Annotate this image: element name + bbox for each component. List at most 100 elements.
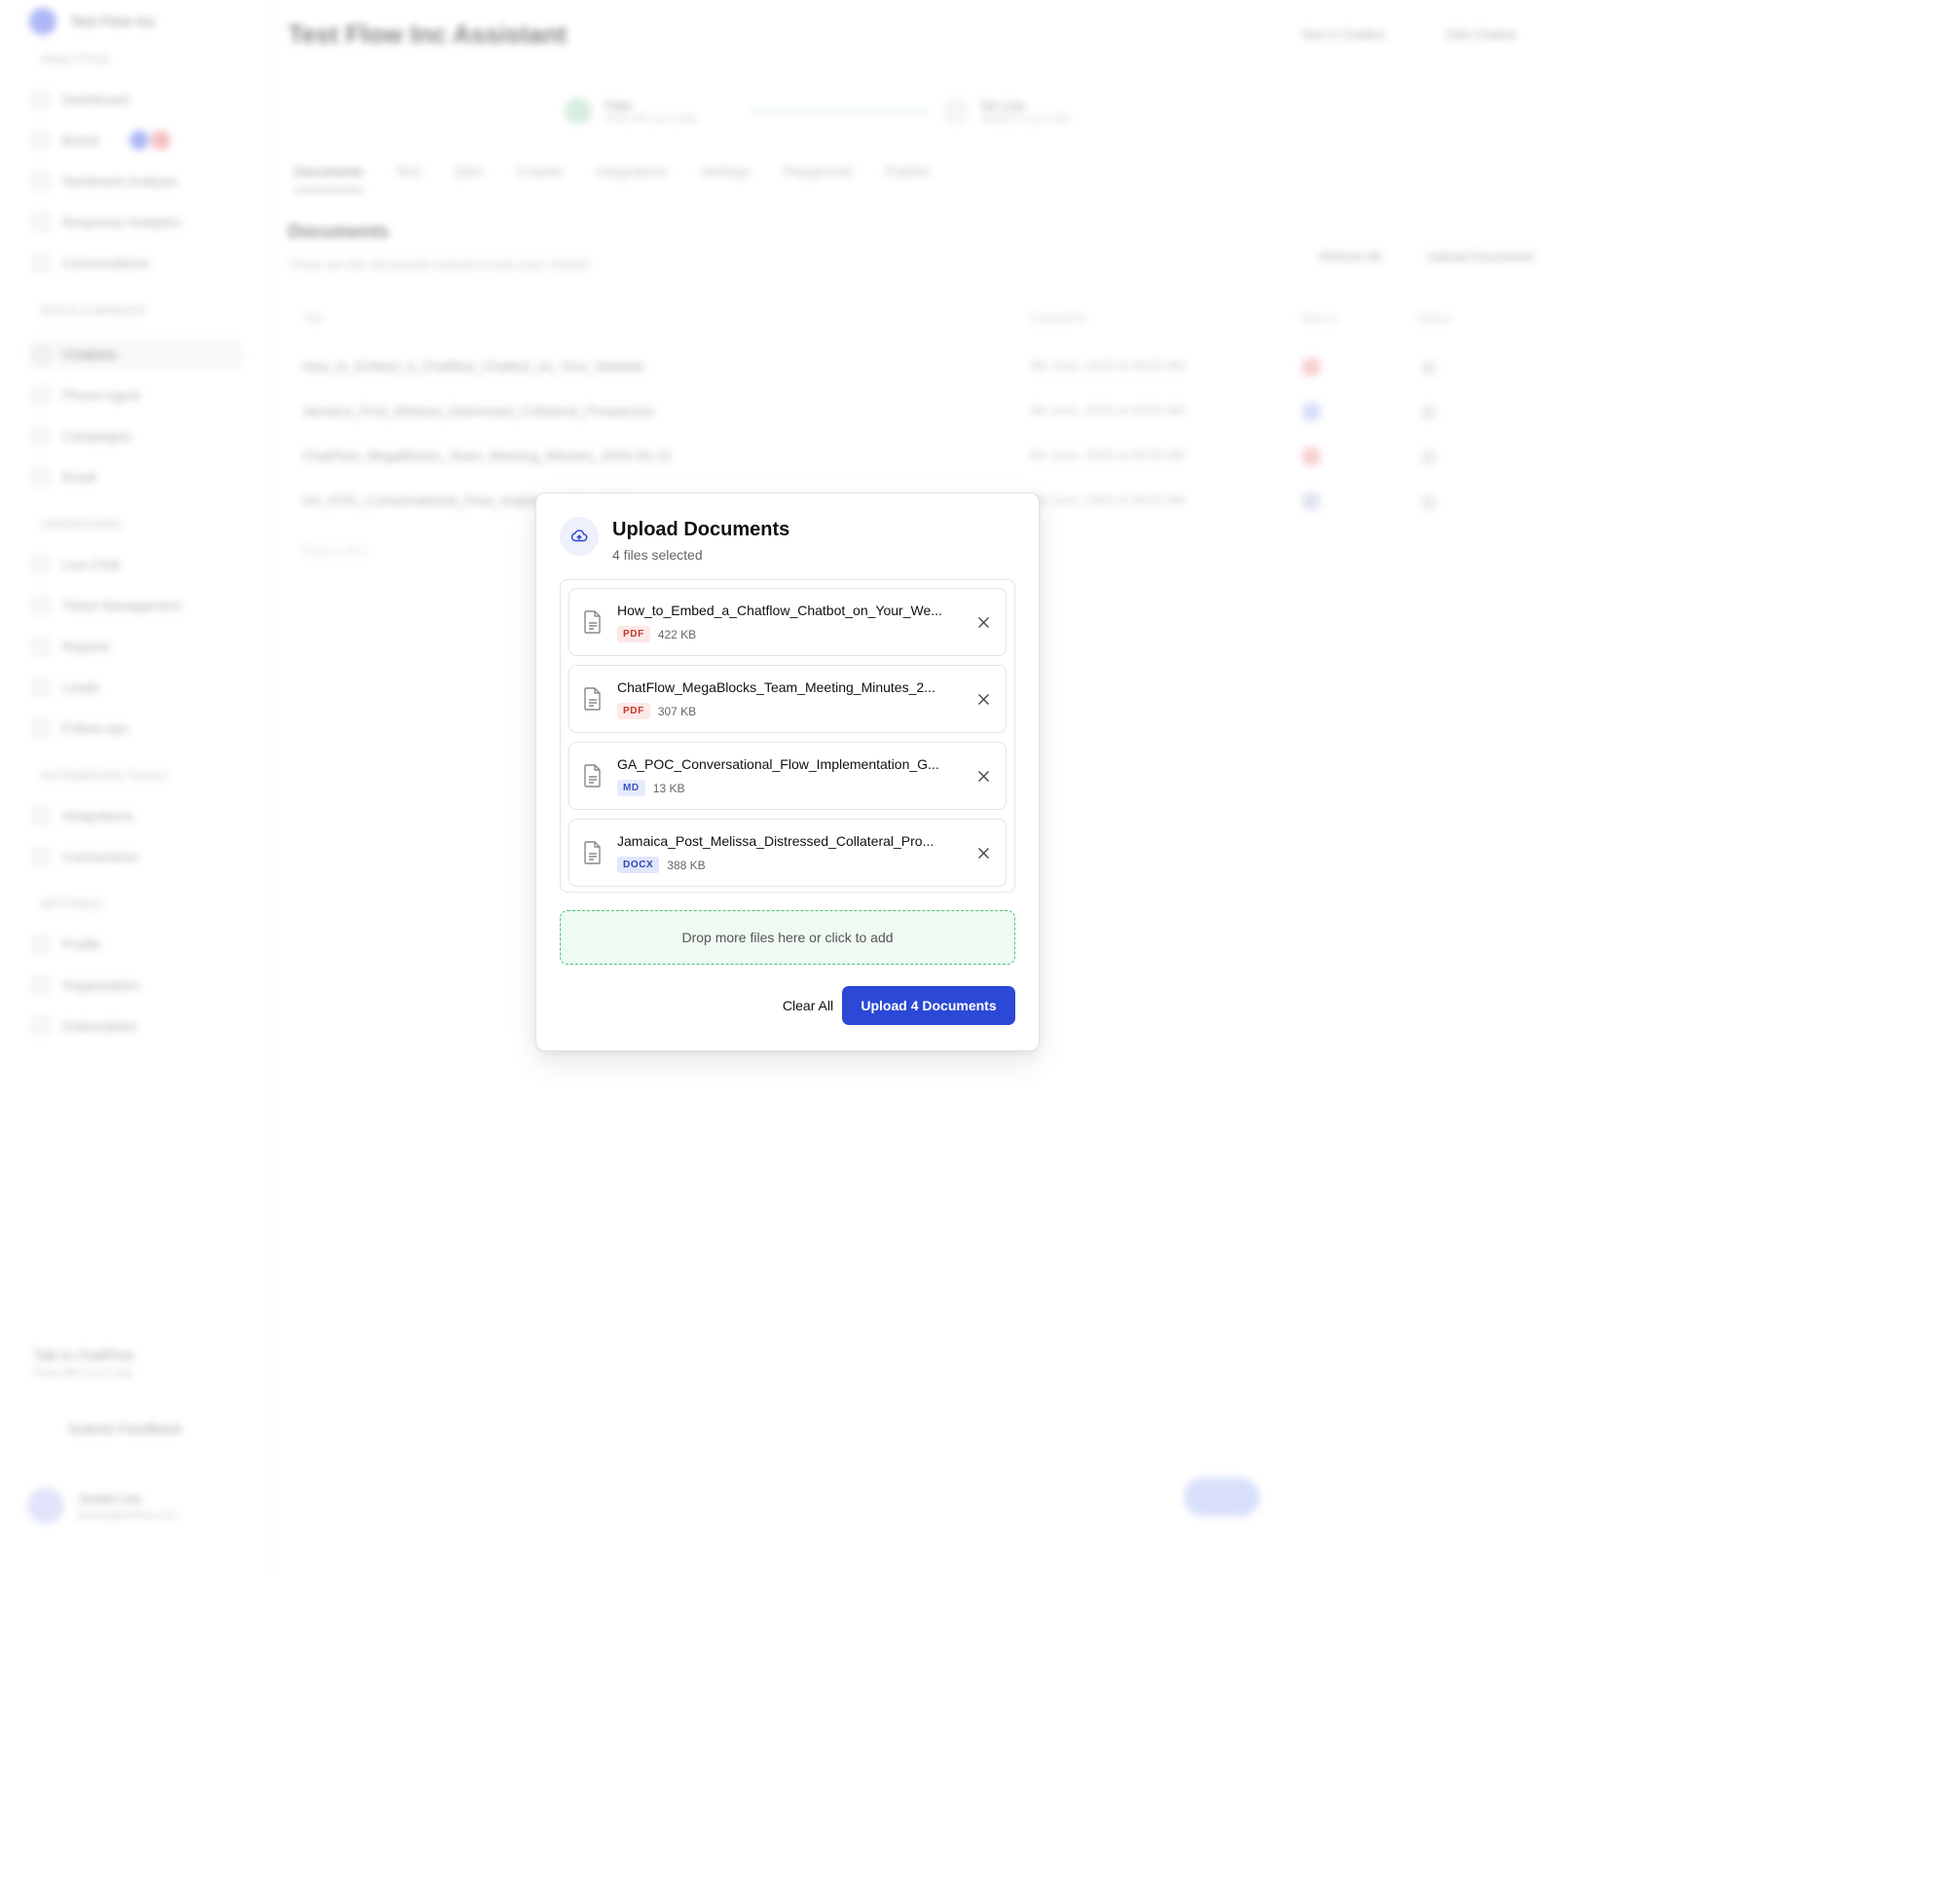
sidebar-section: ANALYTICS xyxy=(41,53,110,66)
step-progress-line xyxy=(748,110,933,113)
sidebar-item-leads: Leads xyxy=(29,672,243,703)
brand-icon xyxy=(33,132,49,148)
table-row: ChatFlow_MegaBlocks_Team_Meeting_Minutes… xyxy=(302,440,1528,475)
brand-logo xyxy=(29,8,56,35)
sidebar-section: BUILD & MANAGE xyxy=(41,304,148,317)
cloud-upload-icon xyxy=(570,530,588,542)
sidebar-brand: Test Flow Inc xyxy=(29,8,156,35)
sidebar-item-tickets: Ticket Management xyxy=(29,590,243,621)
sidebar-item-profile: Profile xyxy=(29,929,243,960)
user-profile: Jordan Lee jordan@testflow.com xyxy=(27,1487,177,1524)
close-icon xyxy=(977,693,989,705)
table-row: Jamaica_Post_Melissa_Distressed_Collater… xyxy=(302,395,1528,430)
modal-subtitle: 4 files selected xyxy=(612,547,703,563)
tab-integrations: Integrations xyxy=(596,164,668,179)
color-dots xyxy=(129,130,171,150)
avatar xyxy=(27,1487,64,1524)
sidebar-section: AUTOMATION TOOLS xyxy=(41,769,168,783)
sidebar-item-conversations: Conversations xyxy=(29,247,243,278)
remove-file-button[interactable] xyxy=(974,844,992,861)
file-icon xyxy=(584,687,601,711)
submit-feedback: Submit Feedback xyxy=(68,1421,182,1438)
dropzone-text: Drop more files here or click to add xyxy=(681,930,894,945)
file-icon xyxy=(584,764,601,787)
tab-bar: Documents Text Q&A Crawler Integrations … xyxy=(294,164,930,192)
report-icon xyxy=(33,639,49,654)
file-item: How_to_Embed_a_Chatflow_Chatbot_on_Your_… xyxy=(568,588,1007,656)
sidebar-section: OPERATIONS xyxy=(41,518,122,531)
phone-icon xyxy=(33,387,49,403)
tab-documents: Documents xyxy=(294,164,363,192)
sidebar-item-phone: Phone Agent xyxy=(29,380,243,411)
sidebar-item-sentiment: Sentiment Analysis xyxy=(29,165,243,197)
column-header: Title xyxy=(302,311,324,325)
tab-playground: Playground xyxy=(783,164,852,179)
followup-icon xyxy=(33,720,49,736)
file-meta: DOCX 388 KB xyxy=(617,857,706,873)
sidebar-item-chatbots: Chatbots xyxy=(29,339,243,370)
sidebar-item-organization: Organization xyxy=(29,970,243,1001)
column-header: Status xyxy=(1417,311,1451,325)
test-chatbot-button: Test in Chatbot xyxy=(1301,27,1385,42)
file-icon xyxy=(584,610,601,634)
leads-icon xyxy=(33,679,49,695)
section-title: Documents xyxy=(288,222,389,242)
tab-text: Text xyxy=(395,164,422,179)
file-item: Jamaica_Post_Melissa_Distressed_Collater… xyxy=(568,819,1007,887)
response-icon xyxy=(33,214,49,230)
sidebar-item-connections: Connections xyxy=(29,841,243,872)
remove-file-button[interactable] xyxy=(974,613,992,631)
sidebar-item-followups: Follow-ups xyxy=(29,713,243,744)
sidebar: Test Flow Inc ANALYTICS Dashboard Brand … xyxy=(0,0,273,1577)
edit-chatbot-button: Edit Chatbot xyxy=(1447,27,1517,42)
file-name: How_to_Embed_a_Chatflow_Chatbot_on_Your_… xyxy=(617,603,942,618)
conversations-icon xyxy=(33,255,49,271)
step-train: Train Train with your data xyxy=(565,97,697,125)
sidebar-item-campaigns: Campaigns xyxy=(29,421,243,452)
tab-publish: Publish xyxy=(884,164,930,179)
talk-to-chatflow: Talk to ChatFlow Press ⌘K for AI help xyxy=(33,1347,134,1379)
subscription-icon xyxy=(33,1018,49,1034)
brand-name: Test Flow Inc xyxy=(70,13,156,30)
email-icon xyxy=(33,469,49,485)
file-size: 388 KB xyxy=(667,858,706,872)
upload-documents-submit-button[interactable]: Upload 4 Documents xyxy=(842,986,1015,1025)
section-subtitle: These are the documents trained to train… xyxy=(288,257,590,272)
close-icon xyxy=(977,847,989,859)
chatbot-icon xyxy=(33,347,49,362)
remove-file-button[interactable] xyxy=(974,767,992,785)
file-size: 422 KB xyxy=(657,627,697,641)
file-size: 307 KB xyxy=(657,704,697,718)
file-item: ChatFlow_MegaBlocks_Team_Meeting_Minutes… xyxy=(568,665,1007,733)
sentiment-icon xyxy=(33,173,49,189)
file-type-badge: PDF xyxy=(617,703,650,719)
dashboard-icon xyxy=(33,92,49,107)
livechat-icon xyxy=(33,557,49,572)
connection-icon xyxy=(33,849,49,864)
page-title: Test Flow Inc Assistant xyxy=(288,19,568,49)
tab-qa: Q&A xyxy=(454,164,484,179)
refresh-all-button: Refresh All xyxy=(1320,249,1381,264)
close-icon xyxy=(977,616,989,628)
sidebar-item-brand: Brand xyxy=(29,125,243,156)
sidebar-item-reports: Reports xyxy=(29,631,243,662)
step-go-live: Go Live Deploy to your site xyxy=(942,97,1070,125)
upload-documents-button: Upload Documents xyxy=(1427,249,1535,264)
file-size: 13 KB xyxy=(652,781,685,795)
pagination-label: Page 1 of 1 xyxy=(302,543,367,558)
column-header: Created At xyxy=(1030,311,1085,325)
ticket-icon xyxy=(33,598,49,613)
remove-file-button[interactable] xyxy=(974,690,992,708)
file-dropzone[interactable]: Drop more files here or click to add xyxy=(560,910,1015,965)
file-name: ChatFlow_MegaBlocks_Team_Meeting_Minutes… xyxy=(617,679,935,695)
file-name: GA_POC_Conversational_Flow_Implementatio… xyxy=(617,756,939,772)
sidebar-item-email: Email xyxy=(29,461,243,493)
campaign-icon xyxy=(33,428,49,444)
modal-title: Upload Documents xyxy=(612,519,790,540)
sidebar-item-dashboard: Dashboard xyxy=(29,84,243,115)
profile-icon xyxy=(33,936,49,952)
file-list[interactable]: How_to_Embed_a_Chatflow_Chatbot_on_Your_… xyxy=(560,579,1015,893)
file-type-badge: PDF xyxy=(617,626,650,642)
file-meta: PDF 422 KB xyxy=(617,626,696,642)
upload-documents-modal: Upload Documents 4 files selected How_to… xyxy=(535,493,1040,1051)
